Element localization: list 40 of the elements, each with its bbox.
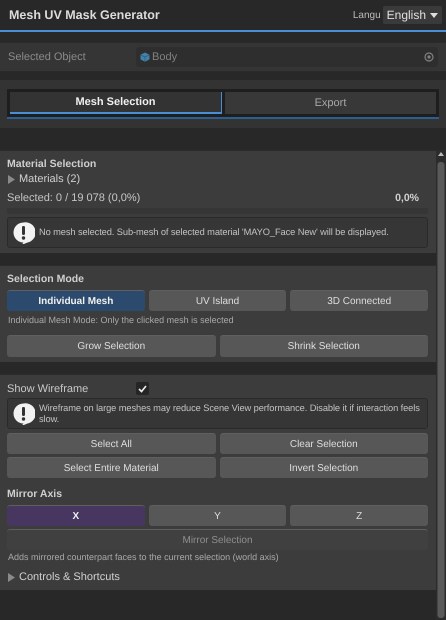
checkbox[interactable] [136,382,149,395]
language-dropdown[interactable]: English [382,6,442,24]
caret-icon [430,12,438,18]
button[interactable]: Select Entire Material [7,457,216,478]
language-label: Langu [352,10,381,20]
scrollbar[interactable] [436,150,446,620]
checkmark-icon [138,384,147,393]
collapsed-triangle-icon[interactable] [7,572,15,582]
button[interactable]: Invert Selection [220,457,428,478]
help-message: Wireframe on large meshes may reduce Scene View performance. Disable it if interaction feels slow. [39,402,421,424]
checkbox-label: Show Wireframe [7,382,90,394]
section-title: Material Selection [7,158,98,170]
button[interactable]: Clear Selection [220,433,428,454]
object-value: Body [152,51,178,63]
percent-label: 0,0% [395,192,420,204]
field-label: Selected Object [8,51,87,63]
mirror-description: Adds mirrored counterpart faces to the current selection (world axis) [8,552,280,562]
warning-icon [12,221,35,244]
button[interactable]: UV Island [148,290,286,311]
window-title: Mesh UV Mask Generator [9,8,161,22]
collapsed-triangle-icon[interactable] [7,174,15,184]
help-message: No mesh selected. Sub-mesh of selected material 'MAYO_Face New' will be displayed. [39,227,389,238]
selection-count: Selected: 0 / 19 078 (0,0%) [7,192,140,204]
button[interactable]: 3D Connected [290,290,428,311]
tab[interactable]: Mesh Selection [10,92,222,114]
button[interactable]: Grow Selection [7,335,216,357]
button[interactable]: Select All [7,433,216,454]
section-title: Selection Mode [7,273,86,285]
tab[interactable]: Export [225,92,436,114]
button[interactable]: Shrink Selection [220,335,428,357]
button[interactable]: Z [290,505,428,526]
warning-icon [12,402,35,425]
section-title: Mirror Axis [7,488,64,500]
button[interactable]: X [7,505,145,526]
mode-description: Individual Mesh Mode: Only the clicked mesh is selected [8,315,235,325]
materials-foldout[interactable]: Materials (2) [7,173,428,185]
button[interactable]: Individual Mesh [7,290,145,311]
controls-foldout[interactable]: Controls & Shortcuts [7,571,428,583]
button[interactable]: Y [148,505,286,526]
cube-icon [140,52,150,62]
